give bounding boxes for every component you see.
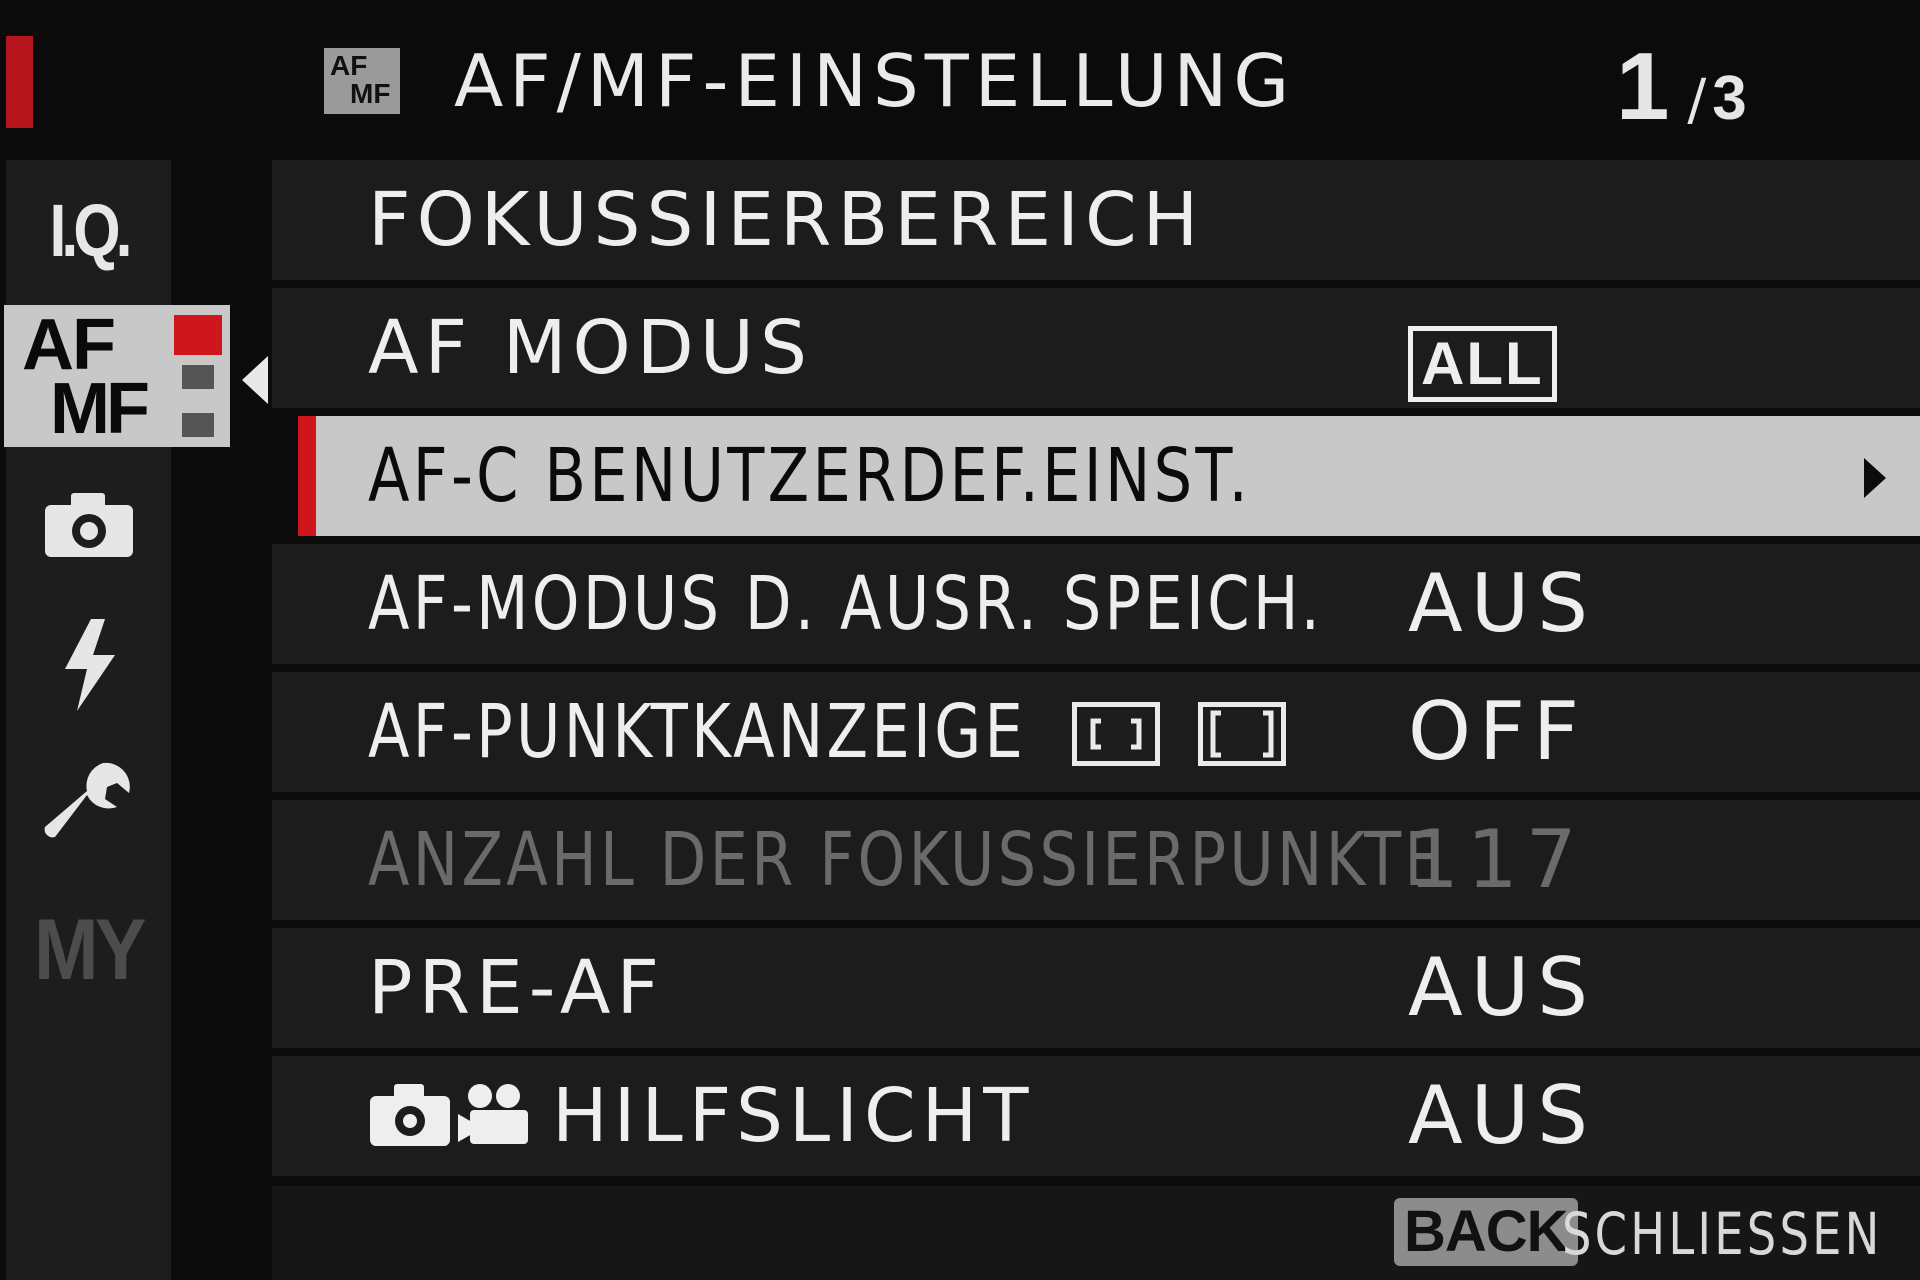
tab-flash[interactable] <box>6 610 171 720</box>
menu-item-label: AF-C BENUTZERDEF.EINST. <box>368 433 1252 519</box>
menu-item-label: FOKUSSIERBEREICH <box>368 177 1205 263</box>
menu-item-value: AUS <box>1408 557 1597 650</box>
menu-item-value: AUS <box>1408 1069 1597 1162</box>
tab-image-quality[interactable]: I.Q. <box>21 170 156 290</box>
tab-shooting[interactable] <box>6 470 171 580</box>
menu-item-label: PRE-AF <box>368 945 666 1031</box>
menu-item-value: 117 <box>1408 813 1585 906</box>
menu-item-af-mode-storage[interactable]: AF-MODUS D. AUSR. SPEICH. AUS <box>272 544 1920 664</box>
small-frame-icon <box>1072 702 1160 766</box>
menu-item-af-point-display[interactable]: AF-PUNKTKANZEIGE OFF <box>272 672 1920 792</box>
menu-item-label: HILFSLICHT <box>552 1073 1035 1159</box>
page-indicator-active <box>174 315 222 355</box>
flash-icon <box>64 619 115 711</box>
menu-item-focus-points: ANZAHL DER FOKUSSIERPUNKTE 117 <box>272 800 1920 920</box>
menu-item-value: ALL <box>1408 288 1557 408</box>
tab-af-mf[interactable]: AF MF <box>4 305 230 447</box>
movie-icon <box>458 1084 528 1144</box>
page-indicator <box>182 365 214 389</box>
menu-item-af-c-custom[interactable]: AF-C BENUTZERDEF.EINST. <box>298 416 1920 536</box>
back-hint-label: SCHLIESSEN <box>1562 1200 1883 1268</box>
menu-item-label: AF-MODUS D. AUSR. SPEICH. <box>368 561 1324 647</box>
menu-item-value: AUS <box>1408 941 1597 1034</box>
all-badge: ALL <box>1408 326 1557 403</box>
af-mf-icon: AF MF <box>324 48 400 114</box>
menu-item-label: AF-PUNKTKANZEIGE <box>368 689 1027 775</box>
menu-item-label: AF MODUS <box>368 305 813 391</box>
page-indicator <box>182 413 214 437</box>
selection-marker <box>298 416 316 536</box>
menu-item-value: OFF <box>1408 685 1587 778</box>
camera-icon <box>44 493 133 557</box>
menu-item-label: ANZAHL DER FOKUSSIERPUNKTE <box>368 817 1447 903</box>
tab-pointer-icon <box>242 356 268 404</box>
header: AF MF AF/MF-EINSTELLUNG 1/3 <box>272 0 1920 160</box>
tab-setup[interactable] <box>6 745 171 865</box>
wrench-icon <box>44 762 130 838</box>
footer: BACK SCHLIESSEN <box>272 1186 1920 1280</box>
menu-item-fokussierbereich[interactable]: FOKUSSIERBEREICH <box>272 160 1920 280</box>
camera-icon <box>370 1084 450 1146</box>
lamp-icons <box>368 1080 532 1148</box>
menu-item-pre-af[interactable]: PRE-AF AUS <box>272 928 1920 1048</box>
sidebar: I.Q. AF MF MY <box>0 0 272 1280</box>
back-button[interactable]: BACK <box>1394 1198 1578 1266</box>
page-counter: 1/3 <box>1616 33 1747 140</box>
sidebar-top-marker <box>6 36 33 128</box>
page-title: AF/MF-EINSTELLUNG <box>454 39 1296 123</box>
menu-item-af-illuminator[interactable]: HILFSLICHT AUS <box>272 1056 1920 1176</box>
chevron-right-icon <box>1864 458 1886 498</box>
menu-item-af-modus[interactable]: AF MODUS ALL <box>272 288 1920 408</box>
tab-af-mf-label: AF MF <box>22 305 150 449</box>
large-frame-icon <box>1198 702 1286 766</box>
tab-my-menu[interactable]: MY <box>14 900 163 1000</box>
